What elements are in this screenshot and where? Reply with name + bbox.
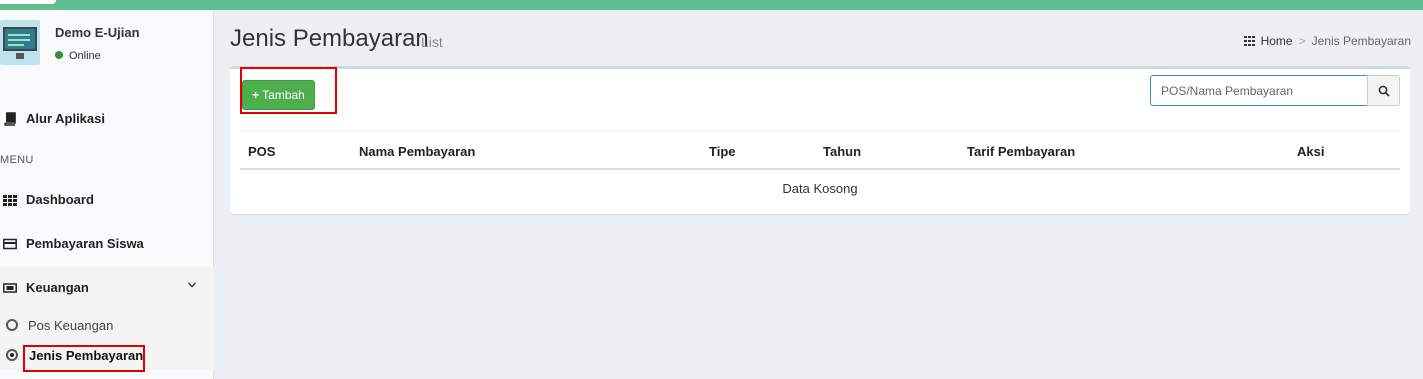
sidebar-item-keuangan[interactable]: Keuangan: [0, 268, 214, 308]
circle-icon: [6, 319, 18, 331]
user-panel: [0, 10, 214, 70]
grid-icon: [3, 195, 17, 206]
menu-header: MENU: [0, 154, 34, 166]
sidebar-item-label: Alur Aplikasi: [26, 111, 105, 126]
sidebar-subitem-pos-keuangan[interactable]: Pos Keuangan: [0, 313, 214, 339]
search-group: [1150, 75, 1400, 106]
breadcrumb: Home > Jenis Pembayaran: [1243, 34, 1411, 48]
page-title: Jenis Pembayaran: [230, 25, 429, 52]
book-icon: [4, 112, 16, 126]
sidebar-item-label: Pembayaran Siswa: [26, 236, 144, 251]
avatar: [0, 20, 40, 65]
sidebar-item-pembayaran-siswa[interactable]: Pembayaran Siswa: [0, 224, 214, 264]
sidebar-item-alur-aplikasi[interactable]: Alur Aplikasi: [0, 99, 214, 139]
user-name: Demo E-Ujian: [55, 25, 140, 40]
user-status-text: Online: [69, 50, 101, 62]
breadcrumb-current: Jenis Pembayaran: [1311, 34, 1411, 48]
user-status: Online: [55, 50, 101, 62]
column-header-tahun: Tahun: [823, 144, 862, 159]
sidebar-item-dashboard[interactable]: Dashboard: [0, 180, 214, 220]
top-navbar: [0, 0, 1423, 10]
sidebar-item-label: Dashboard: [26, 192, 94, 207]
search-input[interactable]: [1150, 75, 1368, 106]
column-header-pos: POS: [248, 144, 276, 159]
grid-icon: [1243, 36, 1255, 46]
column-header-tipe: Tipe: [709, 144, 736, 159]
money-icon: [3, 283, 17, 293]
credit-card-icon: [3, 238, 17, 250]
column-header-nama: Nama Pembayaran: [359, 144, 476, 159]
content-box: +Tambah POS Nama Pembayaran Tipe Tahun T…: [230, 66, 1410, 214]
sidebar-item-label: Keuangan: [26, 280, 89, 295]
dot-circle-icon: [6, 349, 18, 361]
highlight-box: [240, 67, 337, 114]
table-header: POS Nama Pembayaran Tipe Tahun Tarif Pem…: [240, 132, 1400, 170]
breadcrumb-separator: >: [1298, 34, 1306, 48]
highlight-box: [23, 345, 145, 372]
search-button[interactable]: [1367, 75, 1400, 106]
sidebar-subitem-label: Pos Keuangan: [28, 318, 114, 333]
online-dot-icon: [55, 51, 63, 59]
logo[interactable]: [0, 0, 56, 4]
column-header-aksi: Aksi: [1297, 144, 1325, 159]
breadcrumb-home[interactable]: Home: [1261, 34, 1293, 48]
page-subtitle: List: [421, 34, 443, 50]
column-header-tarif: Tarif Pembayaran: [967, 144, 1076, 159]
empty-state: Data Kosong: [782, 181, 858, 196]
chevron-down-icon[interactable]: [187, 280, 197, 290]
search-icon: [1378, 85, 1390, 97]
